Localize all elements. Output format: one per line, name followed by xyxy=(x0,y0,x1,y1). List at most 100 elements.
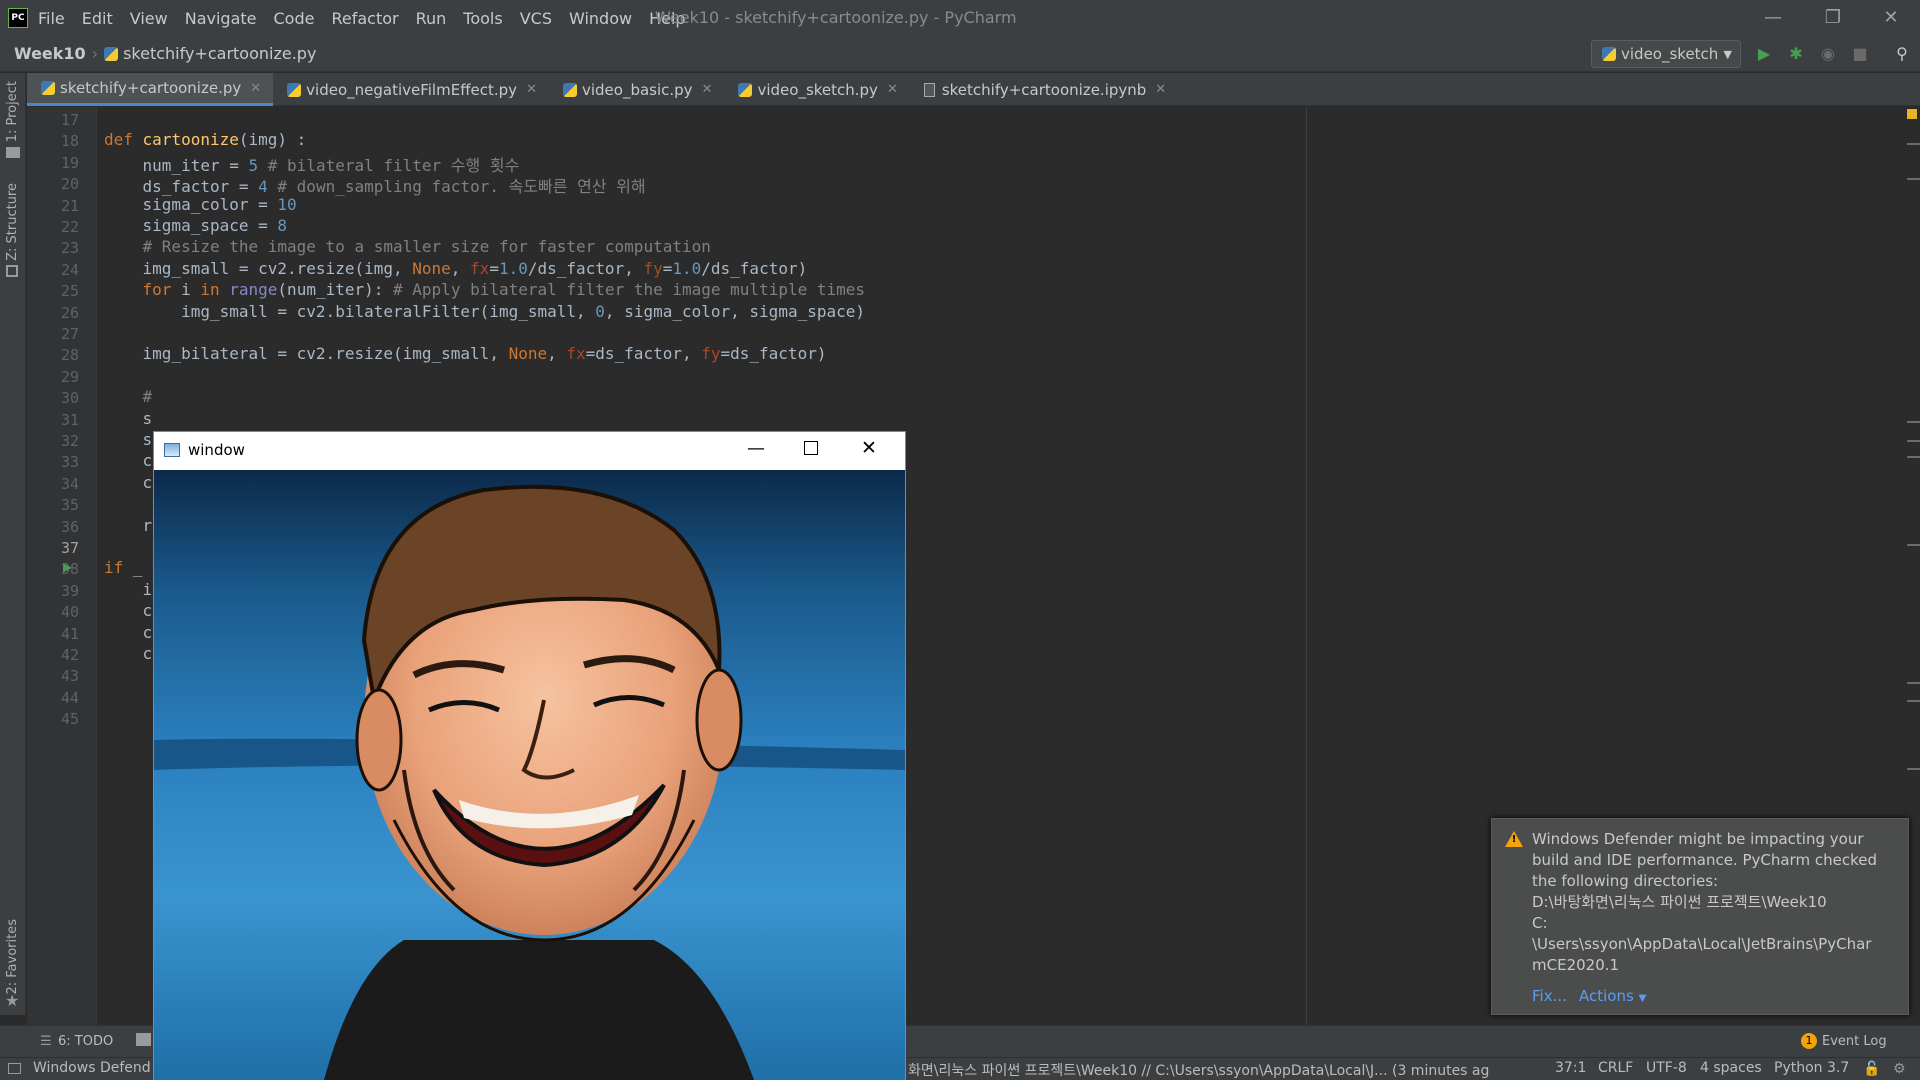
chevron-down-icon: ▼ xyxy=(1638,993,1647,1004)
python-file-icon xyxy=(738,82,753,97)
window-title: Week10 - sketchify+cartoonize.py - PyCha… xyxy=(655,8,1017,27)
menu-refactor[interactable]: Refactor xyxy=(331,9,398,28)
run-icon[interactable]: ▶ xyxy=(1754,44,1774,64)
line-separator[interactable]: CRLF xyxy=(1598,1060,1633,1076)
debug-icon[interactable]: ✱ xyxy=(1786,44,1806,64)
menu-window[interactable]: Window xyxy=(569,9,632,28)
run-config-label: video_sketch xyxy=(1621,45,1719,63)
line-gutter: 17 18 19 20 21 22 23 24 25 26 27 28 29 30 31 32 33 34 35 36… xyxy=(27,107,97,1034)
editor-tab[interactable]: video_negativeFilmEffect.py ✕ xyxy=(273,73,549,106)
todo-tool-button[interactable]: 6: TODO xyxy=(58,1034,113,1049)
notification-dir-2-drive: C: xyxy=(1532,914,1548,932)
code-line: c xyxy=(104,451,153,471)
restore-icon[interactable]: ❐ xyxy=(1813,4,1853,32)
favorites-tool-button[interactable]: 2: Favorites xyxy=(5,919,20,995)
scroll-marker xyxy=(1907,178,1920,180)
run-gutter-icon[interactable]: ▶ xyxy=(63,560,72,574)
minimize-icon[interactable]: — xyxy=(1753,4,1793,32)
python-interpreter[interactable]: Python 3.7 xyxy=(1774,1060,1849,1076)
line-number: 43 xyxy=(60,667,79,686)
status-message[interactable]: Windows Defend xyxy=(33,1060,151,1076)
editor-tab[interactable]: sketchify+cartoonize.py ✕ xyxy=(27,73,274,106)
fix-link[interactable]: Fix... xyxy=(1532,987,1567,1005)
opencv-title-bar[interactable]: window — ✕ xyxy=(154,432,905,470)
coverage-icon[interactable]: ◉ xyxy=(1818,44,1838,64)
caret-position[interactable]: 37:1 xyxy=(1555,1060,1586,1076)
line-number: 31 xyxy=(60,410,79,429)
code-line: # xyxy=(142,387,153,407)
line-number: 44 xyxy=(60,688,79,707)
terminal-icon[interactable] xyxy=(136,1033,151,1046)
file-encoding[interactable]: UTF-8 xyxy=(1646,1060,1687,1076)
menu-edit[interactable]: Edit xyxy=(82,9,113,28)
notification-message: Windows Defender might be impacting your… xyxy=(1532,830,1877,890)
project-tool-button[interactable]: 1: Project xyxy=(5,81,20,142)
menu-view[interactable]: View xyxy=(130,9,168,28)
search-icon[interactable]: ⚲ xyxy=(1892,44,1912,64)
structure-icon xyxy=(6,265,18,277)
close-tab-icon[interactable]: ✕ xyxy=(1155,82,1166,97)
defender-notification: ! Windows Defender might be impacting yo… xyxy=(1491,818,1909,1015)
structure-tool-button[interactable]: Z: Structure xyxy=(5,183,20,261)
editor-tab[interactable]: video_sketch.py ✕ xyxy=(724,73,909,106)
breadcrumb-project[interactable]: Week10 xyxy=(14,44,86,63)
line-number: 42 xyxy=(60,646,79,664)
close-tab-icon[interactable]: ✕ xyxy=(887,82,898,97)
stop-icon[interactable]: ■ xyxy=(1850,44,1870,64)
menu-tools[interactable]: Tools xyxy=(463,9,502,28)
python-file-icon xyxy=(1602,47,1616,61)
breadcrumb-file[interactable]: sketchify+cartoonize.py xyxy=(123,44,316,63)
line-number: 35 xyxy=(60,496,79,515)
line-number: 28 xyxy=(60,346,79,365)
lock-icon[interactable]: 🔓 xyxy=(1863,1061,1880,1077)
line-number: 41 xyxy=(60,624,79,643)
maximize-icon[interactable] xyxy=(804,441,818,455)
window-app-icon xyxy=(164,443,180,457)
notification-dir-2-path: \Users\ssyon\AppData\Local\JetBrains\PyC… xyxy=(1532,935,1872,974)
code-line: c xyxy=(104,622,153,642)
close-icon[interactable]: ✕ xyxy=(861,437,877,459)
event-log-button[interactable]: Event Log xyxy=(1822,1034,1887,1049)
tab-label: video_basic.py xyxy=(581,80,693,99)
close-tab-icon[interactable]: ✕ xyxy=(702,82,713,97)
actions-link[interactable]: Actions ▼ xyxy=(1579,987,1646,1005)
editor-tab[interactable]: video_basic.py ✕ xyxy=(549,73,725,106)
notification-dir-1: D:\바탕화면\리눅스 파이썬 프로젝트\Week10 xyxy=(1532,893,1827,911)
editor-tab[interactable]: sketchify+cartoonize.ipynb ✕ xyxy=(910,73,1178,106)
menu-run[interactable]: Run xyxy=(416,9,447,28)
python-file-icon xyxy=(104,46,119,61)
scroll-marker xyxy=(1907,143,1920,145)
scroll-marker xyxy=(1907,682,1920,684)
menu-file[interactable]: File xyxy=(38,9,65,28)
status-panel-icon[interactable] xyxy=(8,1063,21,1074)
line-number: 37 xyxy=(60,539,79,557)
run-config-select[interactable]: video_sketch ▼ xyxy=(1591,40,1741,68)
python-file-icon xyxy=(287,82,302,97)
code-line: c xyxy=(104,644,153,663)
line-number: 21 xyxy=(60,196,79,215)
tab-label: video_negativeFilmEffect.py xyxy=(306,80,518,99)
memory-indicator-icon[interactable]: ⚙ xyxy=(1893,1061,1906,1077)
menu-navigate[interactable]: Navigate xyxy=(185,9,257,28)
opencv-window[interactable]: window — ✕ xyxy=(153,431,906,1080)
minimize-icon[interactable]: — xyxy=(747,438,765,459)
code-line: c xyxy=(104,472,153,492)
line-number: 23 xyxy=(60,239,79,258)
actions-label: Actions xyxy=(1579,987,1634,1005)
line-number: 39 xyxy=(60,581,79,600)
close-tab-icon[interactable]: ✕ xyxy=(526,82,537,97)
line-number: 20 xyxy=(60,175,79,194)
menu-bar: File Edit View Navigate Code Refactor Run Tools… xyxy=(38,9,703,28)
navigation-bar: Week10 › sketchify+cartoonize.py video_s… xyxy=(0,36,1920,72)
indent-setting[interactable]: 4 spaces xyxy=(1700,1060,1762,1076)
close-icon[interactable]: ✕ xyxy=(1871,4,1911,32)
code-line: r xyxy=(104,515,153,535)
menu-code[interactable]: Code xyxy=(274,9,315,28)
code-line: i xyxy=(104,579,153,599)
code-line: # Resize the image to a smaller size for… xyxy=(142,237,711,257)
line-number: 27 xyxy=(60,325,79,343)
line-number: 33 xyxy=(60,453,79,472)
right-margin-guide xyxy=(1306,107,1307,1034)
menu-vcs[interactable]: VCS xyxy=(520,9,552,28)
close-tab-icon[interactable]: ✕ xyxy=(250,81,261,96)
